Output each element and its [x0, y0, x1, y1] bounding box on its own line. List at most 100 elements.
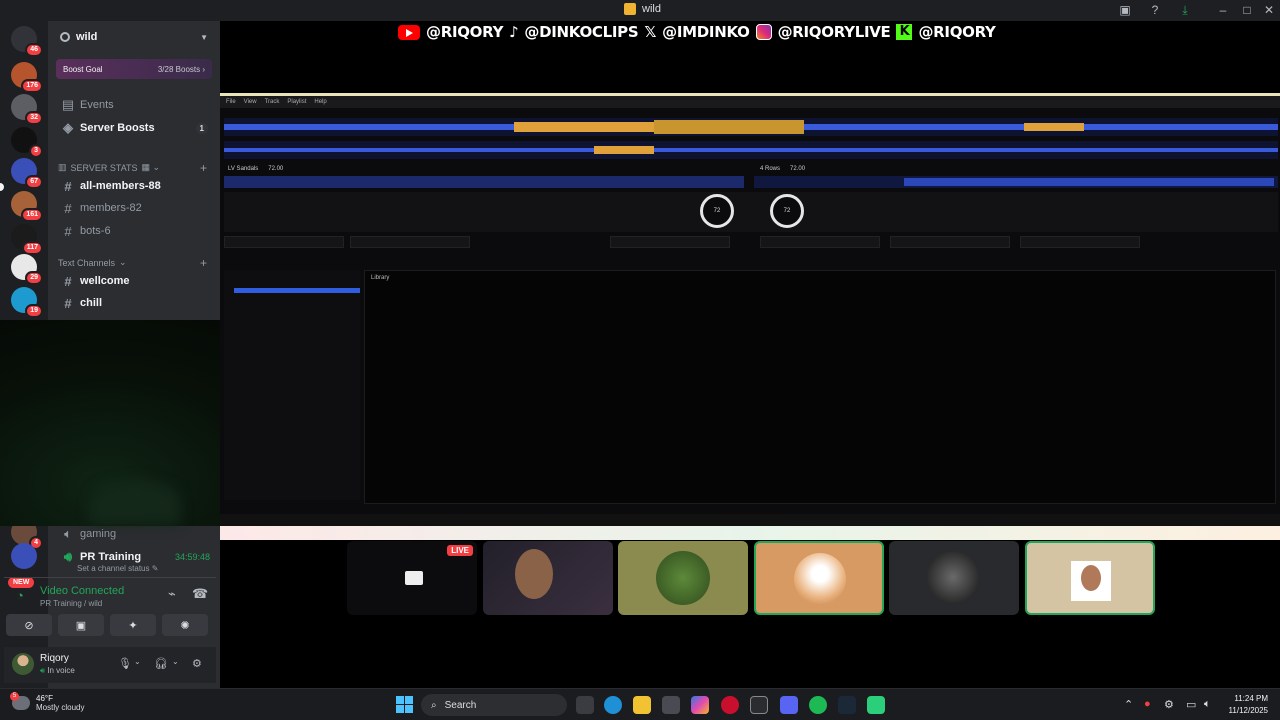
server-icon[interactable]: 3 [11, 127, 43, 158]
camera-button[interactable]: ⊘ [6, 614, 52, 636]
disconnect-icon[interactable]: ☎ [192, 586, 208, 602]
menu-item[interactable]: File [226, 99, 236, 105]
server-icon[interactable]: 176 [11, 62, 43, 93]
spotify-icon[interactable] [809, 696, 827, 714]
network-icon[interactable]: ▭ [1186, 698, 1196, 711]
waveform-deck-b[interactable] [224, 141, 1278, 159]
events-item[interactable]: ▤ Events [56, 95, 214, 115]
voice-channel-gaming[interactable]: 🔈︎ gaming [56, 524, 214, 544]
channel-status-prompt[interactable]: Set a channel status ✎ [77, 564, 158, 573]
volume-icon[interactable]: 🔈︎ [1204, 698, 1211, 711]
server-icon[interactable] [11, 543, 37, 569]
server-header[interactable]: wild ▼ [48, 21, 220, 53]
snipping-tool-icon[interactable] [750, 696, 768, 714]
taskbar-search[interactable]: ⌕ Search [421, 694, 567, 716]
microphone-icon[interactable]: 🎙︎ [118, 657, 132, 670]
sampler-slot[interactable] [350, 236, 470, 248]
channel-members[interactable]: # members-82 [56, 198, 214, 218]
headphones-icon[interactable]: 🎧︎ [154, 657, 168, 670]
sampler-slot[interactable] [224, 236, 344, 248]
server-icon[interactable]: 19 [11, 287, 43, 318]
chevron-up-icon[interactable]: ⌃ [1124, 698, 1133, 711]
opera-icon[interactable] [721, 696, 739, 714]
menu-item[interactable]: Track [265, 99, 280, 105]
soundboard-button[interactable]: ✺ [162, 614, 208, 636]
participant-tile-stream[interactable]: LIVE [347, 541, 477, 615]
direct-messages-icon[interactable]: 46 [11, 26, 43, 57]
library-tree[interactable] [224, 270, 360, 500]
sampler-slot[interactable] [760, 236, 880, 248]
channel-all-members[interactable]: # all-members-88 [56, 176, 214, 196]
user-name[interactable]: Riqory [40, 653, 69, 664]
clock-time: 11:24 PM [1234, 694, 1268, 703]
menu-item[interactable]: Help [314, 99, 326, 105]
boost-goal-bar[interactable]: Boost Goal 3/28 Boosts › [56, 59, 212, 79]
store-icon[interactable] [662, 696, 680, 714]
menu-item[interactable]: View [244, 99, 257, 105]
signal-icon[interactable]: ◔ [16, 588, 24, 603]
maximize-icon[interactable]: □ [1240, 3, 1254, 17]
copilot-icon[interactable] [691, 696, 709, 714]
jog-wheel-a[interactable]: 72 [700, 194, 734, 228]
speaker-icon: 🔈︎ [64, 526, 72, 541]
server-icon[interactable]: 67 [11, 158, 43, 189]
task-view-icon[interactable] [576, 696, 594, 714]
close-icon[interactable]: ✕ [1262, 3, 1276, 17]
menu-item[interactable]: Playlist [287, 99, 306, 105]
sampler-slot[interactable] [890, 236, 1010, 248]
channel-wellcome[interactable]: # wellcome [56, 271, 214, 291]
participant-tile[interactable] [483, 541, 613, 615]
minimize-icon[interactable]: – [1216, 3, 1230, 17]
participant-tile-speaking[interactable] [754, 541, 884, 615]
chevron-down-icon[interactable]: ⌄ [134, 657, 141, 666]
download-icon[interactable]: ⤓ [1178, 3, 1192, 17]
settings-gear-icon[interactable]: ⚙ [192, 657, 202, 670]
waveform-deck-a[interactable] [224, 118, 1278, 136]
server-icon[interactable]: 161 [11, 191, 43, 222]
participant-tile[interactable] [889, 541, 1019, 615]
inbox-icon[interactable]: ▣ [1118, 3, 1132, 17]
edge-icon[interactable] [604, 696, 622, 714]
server-icon[interactable]: 117 [11, 224, 43, 255]
tray-app-icon[interactable]: ⚙ [1164, 698, 1174, 711]
noise-suppression-icon[interactable]: ⌁ [168, 586, 176, 602]
selected-folder[interactable] [234, 288, 360, 293]
jog-wheel-b[interactable]: 72 [770, 194, 804, 228]
channel-chill[interactable]: # chill [56, 293, 214, 313]
instagram-icon [755, 24, 772, 40]
app-icon[interactable] [867, 696, 885, 714]
start-button[interactable] [396, 696, 413, 713]
avatar[interactable] [12, 653, 34, 675]
voice-status-sub[interactable]: PR Training / wild [40, 599, 102, 608]
library-browser[interactable]: Library [364, 270, 1276, 504]
screen-share-button[interactable]: ▣ [58, 614, 104, 636]
participant-tile-speaking[interactable] [1025, 541, 1155, 615]
temperature: 46°F [36, 694, 53, 703]
activities-button[interactable]: ✦ [110, 614, 156, 636]
add-channel-icon[interactable]: + [200, 256, 207, 270]
sampler-slot[interactable] [610, 236, 730, 248]
channel-label: wellcome [80, 275, 130, 287]
file-explorer-icon[interactable] [633, 696, 651, 714]
category-text-channels[interactable]: Text Channels ⌄ + [58, 256, 207, 270]
tray-app-icon[interactable]: ● [1144, 698, 1151, 710]
weather-widget[interactable]: 5 46°F Mostly cloudy [10, 692, 84, 712]
x-icon: 𝕏 [644, 23, 657, 41]
chevron-down-icon[interactable]: ⌄ [172, 657, 179, 666]
server-boosts-item[interactable]: ◈ Server Boosts 1 [56, 118, 214, 138]
system-clock[interactable]: 11:24 PM 11/12/2025 [1229, 693, 1268, 717]
participant-tile[interactable] [618, 541, 748, 615]
server-icon[interactable]: 29 [11, 254, 43, 285]
steam-icon[interactable] [838, 696, 856, 714]
add-channel-icon[interactable]: + [200, 161, 207, 175]
server-icon[interactable]: 32 [11, 94, 43, 125]
chart-icon: ▦ ⌄ [141, 162, 161, 172]
discord-icon[interactable] [780, 696, 798, 714]
category-server-stats[interactable]: ▥ SERVER STATS ▦ ⌄ + [58, 161, 207, 175]
dj-menu-bar: File View Track Playlist Help [220, 96, 1280, 108]
channel-bots[interactable]: # bots-6 [56, 221, 214, 241]
hash-icon: # [64, 273, 72, 289]
help-icon[interactable]: ? [1148, 3, 1162, 17]
track-overview[interactable] [224, 176, 1278, 188]
sampler-slot[interactable] [1020, 236, 1140, 248]
